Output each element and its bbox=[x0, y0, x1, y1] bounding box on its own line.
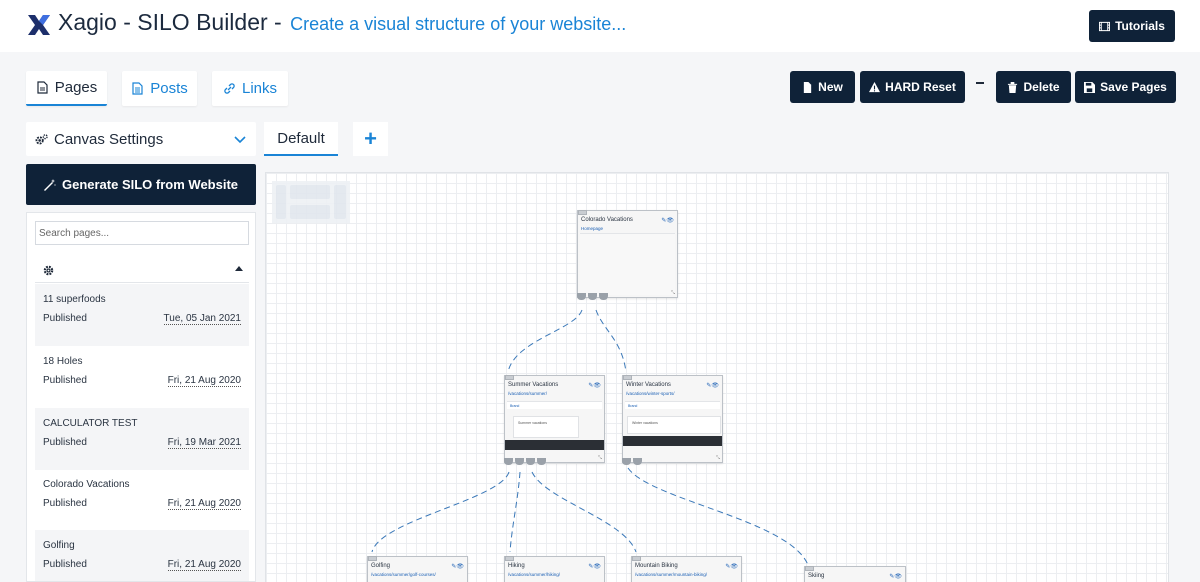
pages-panel: 11 superfoods Published Tue, 05 Jan 2021… bbox=[26, 212, 256, 582]
app-name: Xagio - SILO Builder - bbox=[58, 9, 289, 35]
silo-node-hiking[interactable]: Hiking /vacations/summer/hiking/ ✎👁 bbox=[504, 556, 605, 582]
trash-icon bbox=[1008, 81, 1018, 93]
node-tag bbox=[505, 556, 514, 561]
tutorials-button[interactable]: Tutorials bbox=[1089, 10, 1175, 42]
app-subtitle: Create a visual structure of your websit… bbox=[290, 14, 627, 34]
hard-reset-button[interactable]: HARD Reset bbox=[860, 71, 965, 103]
tab-default-canvas[interactable]: Default bbox=[264, 122, 338, 156]
node-preview-content: Winter vacations bbox=[627, 416, 721, 434]
delete-button[interactable]: Delete bbox=[996, 71, 1071, 103]
pages-list-header bbox=[35, 259, 249, 283]
node-handles[interactable] bbox=[504, 458, 546, 465]
node-preview-content: Summer vacations bbox=[513, 416, 579, 438]
new-button[interactable]: New bbox=[790, 71, 855, 103]
magic-wand-icon bbox=[43, 178, 56, 191]
node-edit-view-icons[interactable]: ✎👁 bbox=[451, 563, 464, 570]
save-pages-button[interactable]: Save Pages bbox=[1075, 71, 1176, 103]
link-icon bbox=[224, 83, 235, 94]
node-preview-footer bbox=[505, 440, 604, 450]
chevron-down-icon bbox=[234, 136, 246, 144]
node-edit-view-icons[interactable]: ✎👁 bbox=[889, 573, 902, 580]
minimap-block bbox=[276, 185, 286, 219]
list-item[interactable]: Golfing Published Fri, 21 Aug 2020 bbox=[35, 530, 249, 581]
gears-icon bbox=[35, 133, 48, 145]
warning-icon bbox=[869, 81, 881, 92]
separator-dash bbox=[976, 82, 984, 84]
silo-node-winter-vacations[interactable]: Winter Vacations /vacations/winter-sport… bbox=[622, 375, 723, 463]
resize-handle-icon[interactable]: ⤡ bbox=[671, 290, 675, 296]
page-title: Xagio - SILO Builder - Create a visual s… bbox=[58, 9, 626, 36]
search-pages-input[interactable] bbox=[35, 221, 249, 245]
file-icon bbox=[803, 81, 812, 93]
node-tag bbox=[623, 375, 632, 380]
list-item[interactable]: CALCULATOR TEST Published Fri, 19 Mar 20… bbox=[35, 408, 249, 470]
canvas-minimap[interactable] bbox=[272, 181, 350, 223]
node-tag bbox=[578, 210, 587, 215]
sort-caret-icon[interactable] bbox=[235, 266, 243, 271]
node-preview-footer bbox=[623, 436, 722, 446]
node-edit-view-icons[interactable]: ✎👁 bbox=[588, 563, 601, 570]
node-preview bbox=[580, 233, 675, 295]
film-icon bbox=[1099, 21, 1111, 31]
list-item[interactable]: 11 superfoods Published Tue, 05 Jan 2021 bbox=[35, 284, 249, 346]
gear-icon[interactable] bbox=[43, 265, 54, 276]
minimap-block bbox=[334, 185, 346, 219]
node-tag bbox=[505, 375, 514, 380]
node-handles[interactable] bbox=[577, 293, 608, 300]
tab-posts[interactable]: Posts bbox=[122, 71, 197, 106]
generate-silo-button[interactable]: Generate SILO from Website bbox=[26, 164, 256, 205]
file-icon bbox=[37, 81, 48, 94]
app-header: Xagio - SILO Builder - Create a visual s… bbox=[0, 0, 1200, 52]
document-icon bbox=[132, 82, 143, 95]
node-edit-view-icons[interactable]: ✎👁 bbox=[706, 382, 719, 389]
list-item[interactable]: Colorado Vacations Published Fri, 21 Aug… bbox=[35, 469, 249, 531]
list-item[interactable]: 18 Holes Published Fri, 21 Aug 2020 bbox=[35, 346, 249, 408]
minimap-block bbox=[290, 185, 330, 199]
node-tag bbox=[632, 556, 641, 561]
silo-node-skiing[interactable]: Skiing ✎👁 bbox=[804, 566, 906, 582]
tab-pages[interactable]: Pages bbox=[26, 71, 107, 106]
resize-handle-icon[interactable]: ⤡ bbox=[598, 455, 602, 461]
node-edit-view-icons[interactable]: ✎👁 bbox=[661, 217, 674, 224]
node-tag bbox=[805, 566, 814, 571]
minimap-block bbox=[290, 205, 330, 219]
node-tag bbox=[368, 556, 377, 561]
save-icon bbox=[1084, 81, 1096, 93]
silo-node-summer-vacations[interactable]: Summer Vacations /vacations/summer/ ✎👁 B… bbox=[504, 375, 605, 463]
add-canvas-tab-button[interactable]: + bbox=[353, 122, 388, 156]
node-preview-nav: Brand bbox=[625, 401, 720, 409]
node-handles[interactable] bbox=[622, 458, 642, 465]
resize-handle-icon[interactable]: ⤡ bbox=[716, 455, 720, 461]
silo-node-mountain-biking[interactable]: Mountain Biking /vacations/summer/mounta… bbox=[631, 556, 742, 582]
canvas-settings-dropdown[interactable]: Canvas Settings bbox=[26, 122, 256, 156]
silo-node-homepage[interactable]: Colorado Vacations Homepage ✎👁 ⤡ bbox=[577, 210, 678, 298]
silo-node-golfing[interactable]: Golfing /vacations/summer/golf-courses/ … bbox=[367, 556, 468, 582]
node-edit-view-icons[interactable]: ✎👁 bbox=[588, 382, 601, 389]
node-edit-view-icons[interactable]: ✎👁 bbox=[725, 563, 738, 570]
tab-links[interactable]: Links bbox=[212, 71, 288, 106]
node-preview-nav: Brand bbox=[507, 401, 602, 409]
xagio-logo-icon bbox=[28, 15, 50, 35]
